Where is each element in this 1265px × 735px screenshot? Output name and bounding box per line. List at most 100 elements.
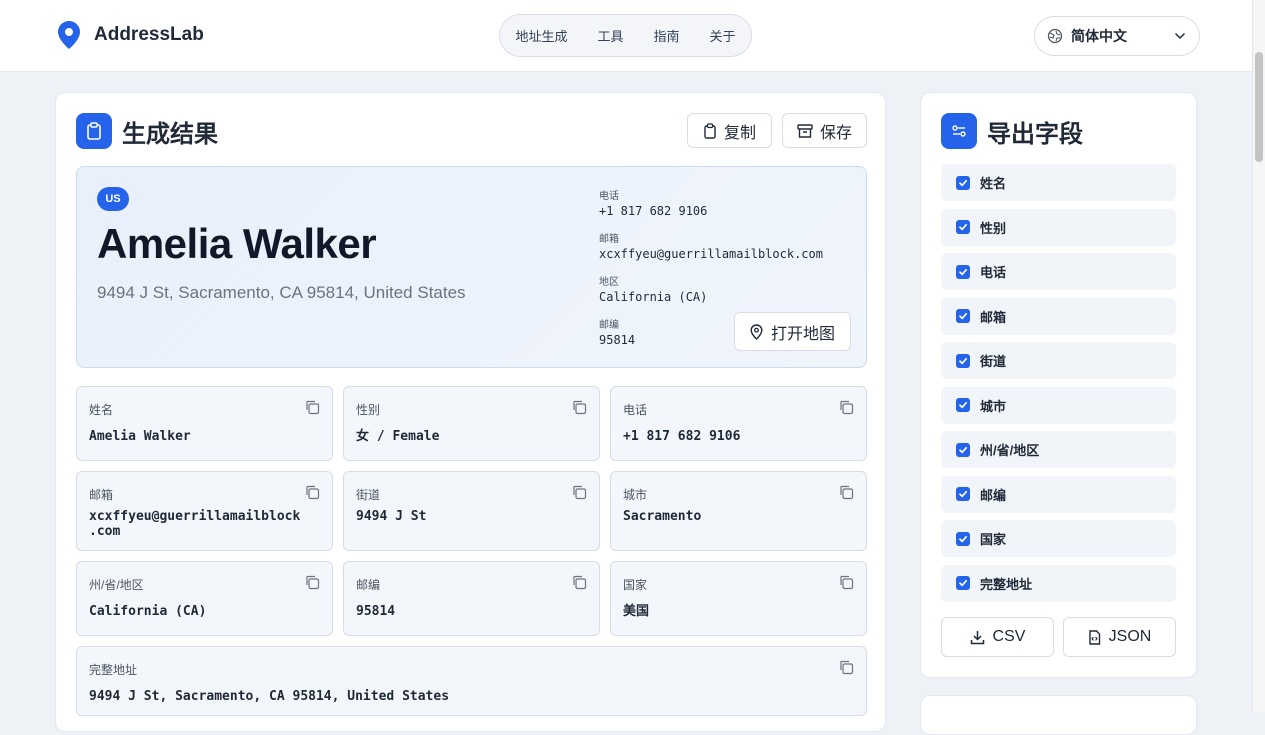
open-map-button[interactable]: 打开地图: [734, 312, 851, 351]
export-field-label: 邮编: [980, 487, 1007, 503]
info-label-phone: 电话: [599, 191, 619, 202]
clipboard-icon: [76, 113, 112, 149]
open-map-label: 打开地图: [770, 325, 835, 343]
export-csv-button[interactable]: CSV: [941, 617, 1054, 657]
field-label: 街道: [356, 488, 381, 502]
page-scrollbar[interactable]: [1252, 0, 1265, 712]
nav-item-generate[interactable]: 地址生成: [515, 26, 567, 45]
export-field-option[interactable]: 邮箱: [941, 297, 1176, 335]
json-label: JSON: [1108, 628, 1152, 645]
export-field-label: 国家: [980, 532, 1007, 547]
field-label: 国家: [623, 578, 648, 592]
copy-button[interactable]: 复制: [687, 113, 772, 148]
checkbox-checked-icon[interactable]: [956, 398, 970, 412]
copy-icon[interactable]: [305, 400, 320, 420]
checkbox-checked-icon[interactable]: [956, 353, 970, 368]
checkbox-checked-icon[interactable]: [956, 576, 970, 590]
field-label: 州/省/地区: [89, 578, 144, 592]
copy-icon[interactable]: [839, 660, 854, 680]
nav-item-guide[interactable]: 指南: [654, 26, 680, 45]
copy-icon[interactable]: [572, 575, 587, 595]
export-field-label: 邮箱: [980, 309, 1007, 325]
archive-icon: [797, 123, 813, 138]
field-label: 邮编: [356, 578, 381, 592]
field-card-country: 国家 美国: [610, 561, 867, 636]
save-button[interactable]: 保存: [782, 113, 867, 148]
checkbox-checked-icon[interactable]: [956, 442, 970, 457]
copy-icon[interactable]: [305, 485, 320, 505]
export-field-label: 电话: [980, 265, 1007, 280]
export-field-option[interactable]: 性别: [941, 208, 1176, 246]
export-field-option[interactable]: 完整地址: [941, 564, 1176, 602]
export-field-option[interactable]: 电话: [941, 253, 1176, 290]
export-field-option[interactable]: 街道: [941, 342, 1176, 379]
country-badge: US: [97, 187, 129, 211]
export-field-option[interactable]: 国家: [941, 520, 1176, 557]
info-value-phone: +1 817 682 9106: [599, 204, 708, 218]
copy-icon[interactable]: [839, 575, 854, 595]
result-card: 生成结果 复制 保存 US Amelia Walker 9494 J St, S…: [55, 92, 886, 732]
clipboard-icon: [704, 122, 716, 139]
field-card-gender: 性别女 / Female: [343, 386, 600, 461]
scrollbar-thumb[interactable]: [1255, 52, 1263, 162]
field-value: Sacramento: [623, 509, 702, 524]
top-header: AddressLab 地址生成 工具 指南 关于 简体中文: [0, 0, 1252, 72]
globe-icon: [1047, 28, 1063, 44]
field-value: California (CA): [89, 604, 207, 619]
field-value-line: .com: [89, 524, 121, 539]
export-header: 导出字段: [941, 113, 1083, 149]
info-value-region: California (CA): [599, 290, 708, 304]
language-select[interactable]: 简体中文: [1034, 16, 1200, 56]
location-pin-icon: [750, 323, 763, 340]
field-label: 完整地址: [89, 663, 138, 677]
field-value-line: xcxffyeu@guerrillamailblock: [89, 509, 301, 524]
file-code-icon: [1088, 629, 1100, 645]
copy-icon[interactable]: [839, 485, 854, 505]
checkbox-checked-icon[interactable]: [956, 487, 970, 501]
field-value: +1 817 682 9106: [623, 429, 741, 444]
copy-icon[interactable]: [572, 485, 587, 505]
export-card: 导出字段 姓名性别电话邮箱街道城市州/省/地区邮编国家完整地址 CSV JSON: [920, 92, 1197, 678]
field-card-street: 街道 9494 J St: [343, 471, 600, 551]
export-field-label: 性别: [980, 220, 1007, 236]
save-button-label: 保存: [819, 124, 852, 142]
copy-icon[interactable]: [572, 400, 587, 420]
field-card-email: 邮箱 xcxffyeu@guerrillamailblock .com: [76, 471, 333, 551]
full-address-text: 9494 J St, Sacramento, CA 95814, United …: [97, 283, 466, 302]
checkbox-checked-icon[interactable]: [956, 309, 970, 323]
checkbox-checked-icon[interactable]: [956, 175, 970, 190]
secondary-side-card: [920, 695, 1197, 735]
copy-button-label: 复制: [723, 124, 756, 142]
copy-icon[interactable]: [305, 575, 320, 595]
nav-item-tools[interactable]: 工具: [597, 26, 623, 45]
field-value: 95814: [356, 604, 396, 619]
csv-label: CSV: [992, 628, 1026, 645]
field-value: Amelia Walker: [89, 429, 191, 444]
checkbox-checked-icon[interactable]: [956, 264, 970, 279]
export-field-option[interactable]: 姓名: [941, 164, 1176, 201]
export-title: 导出字段: [987, 120, 1083, 148]
field-value: xcxffyeu@guerrillamailblock .com: [89, 509, 300, 539]
field-label: 城市: [623, 488, 648, 502]
export-field-label: 姓名: [980, 176, 1007, 191]
language-label: 简体中文: [1071, 28, 1127, 44]
person-name: Amelia Walker: [97, 220, 377, 267]
export-field-label: 城市: [980, 398, 1007, 414]
export-field-label: 完整地址: [980, 576, 1033, 592]
field-card-phone: 电话 +1 817 682 9106: [610, 386, 867, 461]
export-field-label: 街道: [980, 354, 1007, 369]
download-icon: [970, 630, 984, 644]
copy-icon[interactable]: [839, 400, 854, 420]
export-json-button[interactable]: JSON: [1063, 617, 1176, 657]
export-field-option[interactable]: 州/省/地区: [941, 431, 1176, 468]
export-field-option[interactable]: 城市: [941, 386, 1176, 424]
brand-logo[interactable]: AddressLab: [58, 21, 204, 49]
sliders-icon: [941, 113, 977, 149]
nav-item-about[interactable]: 关于: [710, 26, 736, 45]
export-field-option[interactable]: 邮编: [941, 475, 1176, 513]
result-header: 生成结果: [76, 113, 218, 149]
checkbox-checked-icon[interactable]: [956, 220, 970, 234]
checkbox-checked-icon[interactable]: [956, 531, 970, 546]
app-name: AddressLab: [94, 24, 204, 45]
map-pin-icon: [58, 21, 80, 49]
